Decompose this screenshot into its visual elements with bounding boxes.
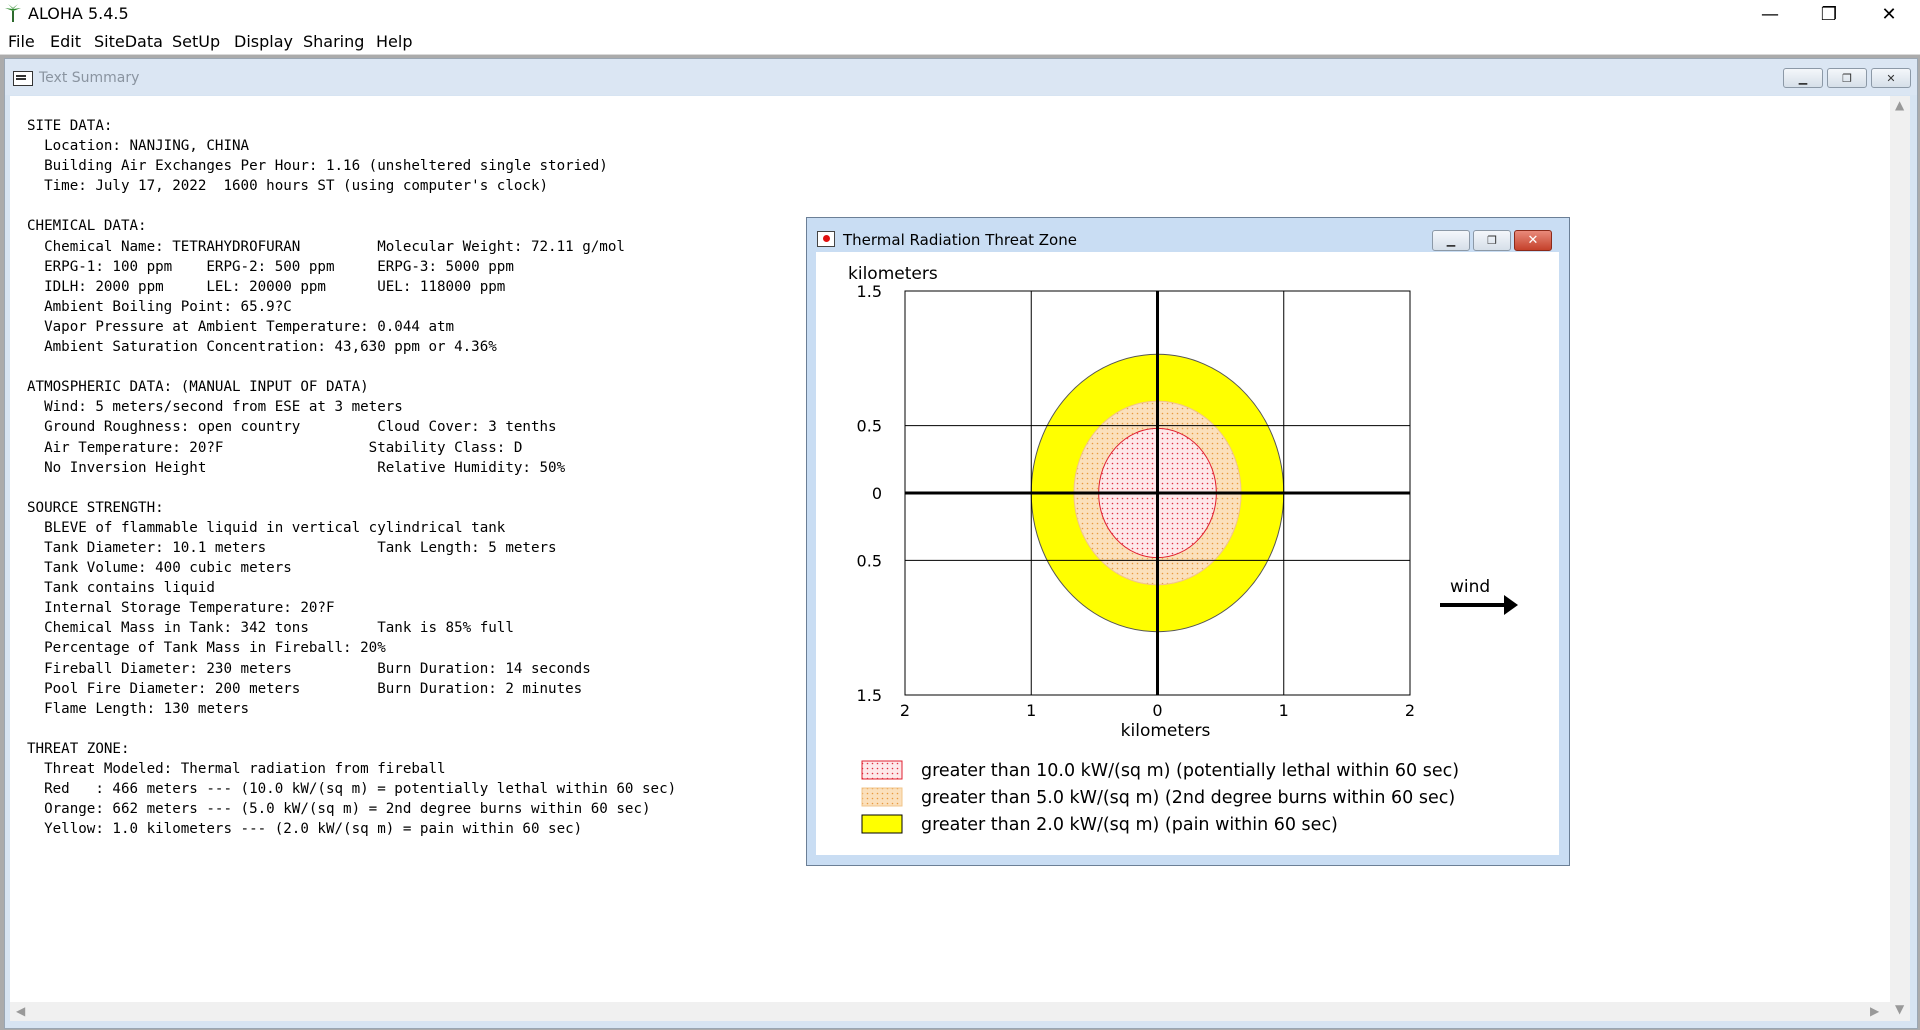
legend-swatch xyxy=(861,814,903,834)
summary-line: Chemical Mass in Tank: 342 tons Tank is … xyxy=(27,620,514,637)
summary-line: SITE DATA: xyxy=(27,118,113,134)
y-tick-label: 0.5 xyxy=(857,417,882,436)
menu-setup[interactable]: SetUp xyxy=(172,32,220,51)
vertical-scrollbar[interactable]: ▲ ▼ xyxy=(1890,96,1910,1021)
threat-zone-window: Thermal Radiation Threat Zone ▁ ❐ ✕ kilo… xyxy=(806,217,1570,866)
threat-zone-maximize-button[interactable]: ❐ xyxy=(1473,230,1511,251)
summary-line: Orange: 662 meters --- (5.0 kW/(sq m) = … xyxy=(27,801,651,818)
y-axis-label: kilometers xyxy=(848,264,938,284)
summary-line: Ambient Boiling Point: 65.9?C xyxy=(27,298,292,315)
wind-arrow-head xyxy=(1504,595,1518,615)
text-summary-maximize-button[interactable]: ❐ xyxy=(1827,68,1867,88)
legend-label: greater than 2.0 kW/(sq m) (pain within … xyxy=(921,815,1338,835)
menu-sharing[interactable]: Sharing xyxy=(303,32,364,51)
summary-line xyxy=(27,196,676,216)
summary-line: Chemical Name: TETRAHYDROFURAN Molecular… xyxy=(27,238,625,255)
legend-swatch xyxy=(861,787,903,807)
menu-edit[interactable]: Edit xyxy=(50,32,81,51)
threat-zone-plot-area: kilometers kilometers 2 1 0 1 2 1.5 0.5 0 0.5 1.5 w… xyxy=(816,252,1559,855)
menu-help[interactable]: Help xyxy=(376,32,412,51)
text-document-icon xyxy=(13,71,33,86)
scroll-down-icon[interactable]: ▼ xyxy=(1895,1002,1904,1016)
threat-zone-close-button[interactable]: ✕ xyxy=(1514,230,1552,251)
x-axis-label: kilometers xyxy=(1121,721,1211,741)
summary-line: THREAT ZONE: xyxy=(27,740,130,757)
summary-text-block: SITE DATA: Location: NANJING, CHINA Buil… xyxy=(27,116,676,839)
summary-line: IDLH: 2000 ppm LEL: 20000 ppm UEL: 11800… xyxy=(27,278,506,295)
x-tick-label: 1 xyxy=(1026,701,1036,720)
close-button[interactable]: ✕ xyxy=(1866,0,1912,28)
summary-line: Building Air Exchanges Per Hour: 1.16 (u… xyxy=(27,158,608,175)
mdi-workspace: Text Summary ▁ ❐ ✕ SITE DATA: Location: … xyxy=(0,55,1920,1030)
aloha-palm-icon xyxy=(5,4,21,22)
threat-zone-icon xyxy=(817,231,835,247)
x-tick-label: 1 xyxy=(1279,701,1289,720)
summary-line: Percentage of Tank Mass in Fireball: 20% xyxy=(27,640,386,657)
x-tick-label: 2 xyxy=(1405,701,1415,720)
menu-sitedata[interactable]: SiteData xyxy=(94,32,163,51)
summary-line: SOURCE STRENGTH: xyxy=(27,499,164,516)
summary-line: Tank Volume: 400 cubic meters xyxy=(27,560,292,577)
app-titlebar: ALOHA 5.4.5 — ❐ ✕ xyxy=(0,0,1920,28)
legend-label: greater than 10.0 kW/(sq m) (potentially… xyxy=(921,761,1459,781)
summary-line: Tank contains liquid xyxy=(27,580,215,597)
threat-zone-titlebar[interactable]: Thermal Radiation Threat Zone ▁ ❐ ✕ xyxy=(807,218,1569,252)
summary-line: Pool Fire Diameter: 200 meters Burn Dura… xyxy=(27,680,583,697)
summary-line xyxy=(27,357,676,377)
summary-line: Internal Storage Temperature: 20?F xyxy=(27,600,335,617)
summary-line xyxy=(27,478,676,498)
summary-line: ERPG-1: 100 ppm ERPG-2: 500 ppm ERPG-3: … xyxy=(27,258,514,275)
summary-line: ATMOSPHERIC DATA: (MANUAL INPUT OF DATA) xyxy=(27,379,369,396)
summary-line: Tank Diameter: 10.1 meters Tank Length: … xyxy=(27,539,557,556)
scroll-left-icon[interactable]: ◀ xyxy=(16,1004,25,1018)
summary-line: CHEMICAL DATA: xyxy=(27,218,147,235)
summary-line: Red : 466 meters --- (10.0 kW/(sq m) = p… xyxy=(27,781,677,798)
summary-line: No Inversion Height Relative Humidity: 5… xyxy=(27,459,566,476)
minimize-button[interactable]: — xyxy=(1747,0,1793,28)
summary-line: Wind: 5 meters/second from ESE at 3 mete… xyxy=(27,399,403,416)
horizontal-scrollbar[interactable]: ◀ ▶ xyxy=(10,1002,1890,1021)
summary-line: Air Temperature: 20?F Stability Class: D xyxy=(27,439,523,456)
summary-line: Yellow: 1.0 kilometers --- (2.0 kW/(sq m… xyxy=(27,821,583,838)
restore-button[interactable]: ❐ xyxy=(1806,0,1852,28)
threat-zone-minimize-button[interactable]: ▁ xyxy=(1432,230,1470,251)
y-tick-label: 0.5 xyxy=(857,551,882,570)
text-summary-minimize-button[interactable]: ▁ xyxy=(1783,68,1823,88)
text-summary-titlebar[interactable]: Text Summary ▁ ❐ ✕ xyxy=(5,59,1917,95)
scroll-right-icon[interactable]: ▶ xyxy=(1870,1004,1879,1018)
legend-label: greater than 5.0 kW/(sq m) (2nd degree b… xyxy=(921,788,1455,808)
menu-file[interactable]: File xyxy=(8,32,35,51)
summary-line: Flame Length: 130 meters xyxy=(27,700,250,717)
summary-line: Threat Modeled: Thermal radiation from f… xyxy=(27,761,446,777)
app-title: ALOHA 5.4.5 xyxy=(28,4,129,23)
summary-line: Location: NANJING, CHINA xyxy=(27,138,250,155)
summary-line: Vapor Pressure at Ambient Temperature: 0… xyxy=(27,318,455,335)
threat-zone-chart: kilometers kilometers 2 1 0 1 2 1.5 0.5 0 0.5 1.5 w… xyxy=(848,264,1518,835)
text-summary-title: Text Summary xyxy=(39,70,140,86)
summary-line: BLEVE of flammable liquid in vertical cy… xyxy=(27,519,506,536)
summary-line: Ground Roughness: open country Cloud Cov… xyxy=(27,419,557,436)
y-tick-label: 1.5 xyxy=(857,282,882,301)
menu-bar: File Edit SiteData SetUp Display Sharing… xyxy=(0,28,1920,55)
x-tick-label: 2 xyxy=(900,701,910,720)
scroll-up-icon[interactable]: ▲ xyxy=(1895,98,1904,112)
wind-label: wind xyxy=(1450,577,1490,597)
summary-line: Ambient Saturation Concentration: 43,630… xyxy=(27,339,497,356)
threat-zone-title: Thermal Radiation Threat Zone xyxy=(843,231,1077,249)
text-summary-close-button[interactable]: ✕ xyxy=(1871,68,1911,88)
summary-line: Fireball Diameter: 230 meters Burn Durat… xyxy=(27,660,591,677)
summary-line xyxy=(27,719,676,739)
summary-line: Time: July 17, 2022 1600 hours ST (using… xyxy=(27,178,549,195)
legend-swatch xyxy=(861,760,903,780)
menu-display[interactable]: Display xyxy=(234,32,293,51)
y-tick-label: 1.5 xyxy=(857,686,882,705)
x-tick-label: 0 xyxy=(1152,701,1162,720)
y-tick-label: 0 xyxy=(872,484,882,503)
